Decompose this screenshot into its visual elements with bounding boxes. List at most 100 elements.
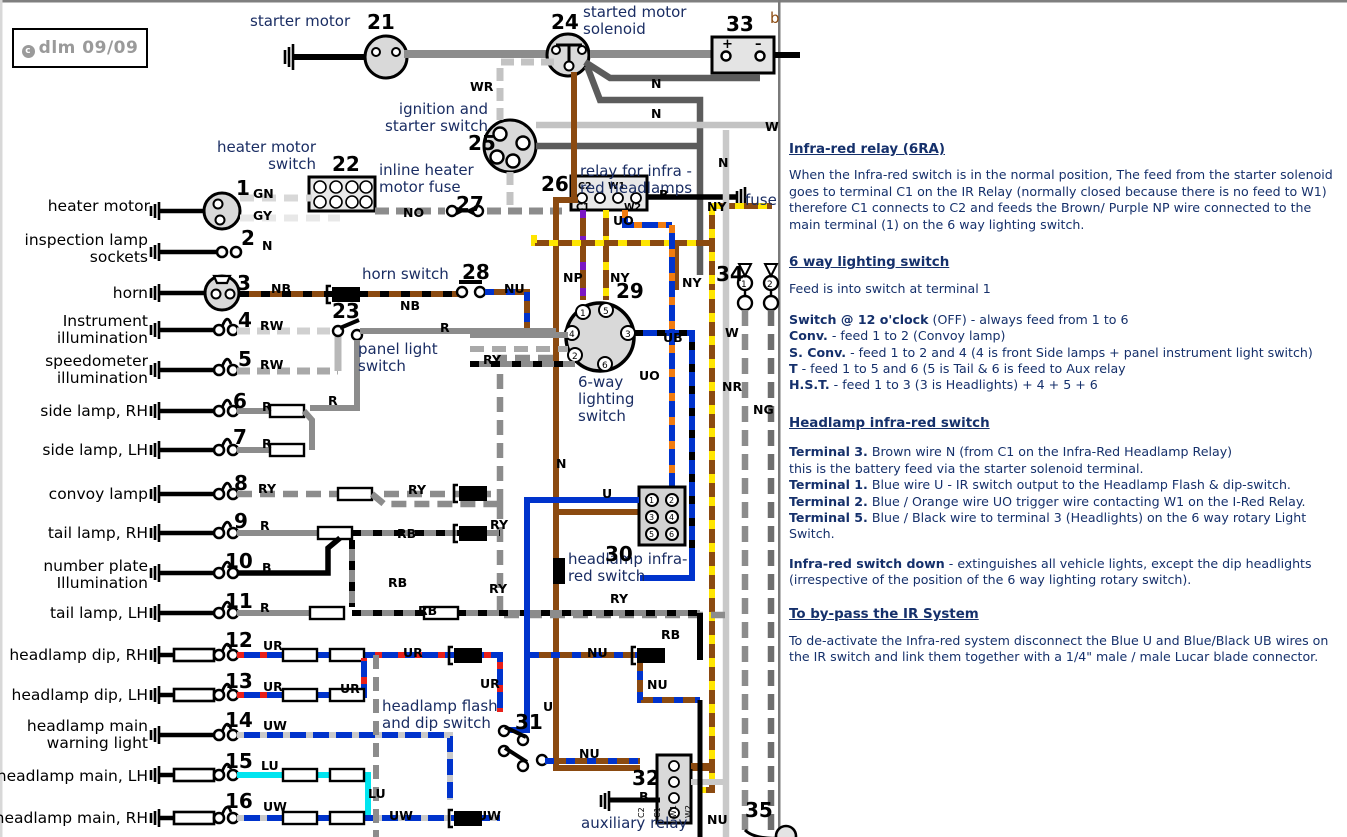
wire-code-rb-42: RB — [388, 575, 408, 590]
note-line-t: T - feed 1 to 5 and 6 (5 is Tail & 6 is … — [789, 361, 1126, 377]
wire-code-np-30: NP — [563, 270, 583, 285]
note-line-terminal-1: Terminal 1. Blue wire U - IR switch outp… — [789, 477, 1291, 493]
wire-code-rw-6: RW — [260, 357, 284, 372]
wire-code-n-20: N — [651, 106, 662, 121]
device-label-convoy-lamp: convoy lamp — [48, 485, 148, 503]
number-24: 24 — [551, 10, 579, 34]
svg-text:4: 4 — [669, 513, 674, 522]
caption-starter-motor: starter motor — [250, 12, 351, 30]
wire-code-nu-29: NU — [504, 281, 525, 296]
svg-text:6: 6 — [602, 361, 608, 371]
number-16: 16 — [225, 789, 253, 813]
device-label-number-plate-illumination: number plate Illumination — [43, 557, 148, 592]
number-8: 8 — [234, 471, 248, 495]
wire-code-rw-5: RW — [260, 318, 284, 333]
wire-code-rb-46: RB — [661, 627, 681, 642]
wire-code-nu-59: NU — [707, 812, 728, 827]
notes-pane: Infra-red relay (6RA) When the Infra-red… — [789, 142, 1341, 666]
wire-R-6b — [301, 409, 315, 450]
device-label-heater-motor: heater motor — [47, 197, 150, 215]
wire-code-wr-18: WR — [470, 79, 494, 94]
bullet-sleeve-7 — [268, 442, 306, 458]
wire-code-nu-55: NU — [579, 746, 600, 761]
watermark-text: dlm 09/09 — [38, 38, 139, 58]
number-34: 34 — [716, 262, 744, 286]
note-lines-six-way: Switch @ 12 o'clock (OFF) - always feed … — [789, 312, 1341, 394]
wire-code-ry-44: RY — [489, 581, 507, 596]
ir-switch-toggle[interactable] — [553, 558, 565, 584]
number-23: 23 — [332, 299, 360, 323]
number-10: 10 — [225, 549, 253, 573]
wire-code-u-48: U — [602, 486, 613, 501]
number-9: 9 — [234, 509, 248, 533]
note-title-bypass-ir-system: To by-pass the IR System — [789, 606, 979, 622]
device-label-headlamp-main-rh: headlamp main, RH — [0, 809, 148, 827]
number-11: 11 — [225, 589, 253, 613]
wire-RY-up — [496, 354, 556, 504]
caption-six-way-lighting-switch: 6-way lighting switch — [578, 373, 635, 425]
wire-code-b-23: B — [659, 187, 669, 202]
wire-code-n-19: N — [651, 76, 662, 91]
number-28: 28 — [462, 260, 490, 284]
wire-code-no-22: NO — [403, 205, 425, 220]
wire-code-b-11: B — [262, 560, 272, 575]
wire-NY-2 — [531, 235, 712, 246]
number-2: 2 — [241, 226, 255, 250]
device-label-headlamp-main-lh: headlamp main, LH — [0, 767, 148, 785]
wire-code-lu-16: LU — [261, 758, 279, 773]
wire-code-ur-51: UR — [480, 676, 500, 691]
device-label-horn: horn — [112, 284, 148, 302]
number-15: 15 — [225, 749, 253, 773]
device-label-inspection-lamp-sockets: inspection lamp sockets — [24, 231, 148, 266]
number-26: 26 — [541, 172, 569, 196]
note-body-infra-red-relay: When the Infra-red switch is in the norm… — [789, 167, 1333, 232]
wire-code-lu-60: LU — [368, 786, 386, 801]
number-33: 33 — [726, 12, 754, 36]
note-title-headlamp-infra-red-switch: Headlamp infra-red switch — [789, 415, 990, 431]
wire-code-r-8: R — [262, 436, 272, 451]
wire-code-ny-31: NY — [610, 270, 630, 285]
note-line-ir-switch-down: Infra-red switch down - extinguishes all… — [789, 555, 1312, 571]
caption-battery-b: b — [770, 9, 780, 27]
svg-text:+: + — [722, 37, 733, 52]
connector-block-rb — [459, 526, 487, 541]
wire-code-ng-37: NG — [753, 402, 774, 417]
note-lines-terminals: Terminal 3. Brown wire N (from C1 on the… — [789, 444, 1341, 542]
caption-headlamp-flash-and-dip-switch: headlamp flash and dip switch — [382, 697, 498, 732]
device-label-headlamp-main-warning-light: headlamp main warning light — [26, 717, 148, 752]
wire-WR — [496, 58, 554, 120]
wire-code-ry-45: RY — [610, 591, 628, 606]
svg-text:–: – — [755, 37, 762, 52]
wire-code-ry-39: RY — [408, 482, 426, 497]
number-30: 30 — [605, 542, 633, 566]
svg-text:1: 1 — [649, 496, 654, 505]
caption-inline-heater-motor-fuse: inline heater motor fuse — [379, 161, 474, 196]
wire-code-ur-14: UR — [263, 679, 283, 694]
note-lines-ir-switch-down: Infra-red switch down - extinguishes all… — [789, 556, 1341, 589]
note-line-terminal-5: Terminal 5. Blue / Black wire to termina… — [789, 509, 1307, 542]
wire-code-n-25: N — [718, 155, 729, 170]
bullet-sleeve-9 — [316, 525, 354, 541]
svg-text:5: 5 — [649, 530, 654, 539]
note-line-hst: H.S.T. - feed 1 to 3 (3 is Headlights) +… — [789, 377, 1098, 393]
bullet-connectors — [212, 245, 243, 825]
device-label-side-lamp-lh: side lamp, LH — [42, 441, 148, 459]
bullet-sleeve-6 — [268, 403, 306, 419]
wire-code-ry-40: RY — [490, 517, 508, 532]
wire-code-ur-49: UR — [403, 645, 423, 660]
number-14: 14 — [225, 708, 253, 732]
wire-code-u-52: U — [543, 699, 554, 714]
caption-panel-light-switch: panel light switch — [358, 340, 438, 375]
wire-code-rb-41: RB — [397, 526, 417, 541]
note-line-conv: Conv. - feed 1 to 2 (Convoy lamp) — [789, 328, 1006, 344]
svg-text:3: 3 — [625, 330, 631, 340]
note-title-infra-red-relay: Infra-red relay (6RA) — [789, 142, 945, 157]
caption-horn-switch: horn switch — [362, 265, 449, 283]
wire-code-nu-53: NU — [587, 645, 608, 660]
caption-ignition-and-starter-switch: ignition and starter switch — [385, 100, 488, 135]
device-label-headlamp-dip-rh: headlamp dip, RH — [9, 646, 148, 664]
caption-fuse: fuse — [745, 191, 777, 209]
horn-switch-28 — [455, 280, 487, 299]
wire-code-nb-3: NB — [271, 281, 291, 296]
svg-text:1: 1 — [580, 309, 586, 319]
